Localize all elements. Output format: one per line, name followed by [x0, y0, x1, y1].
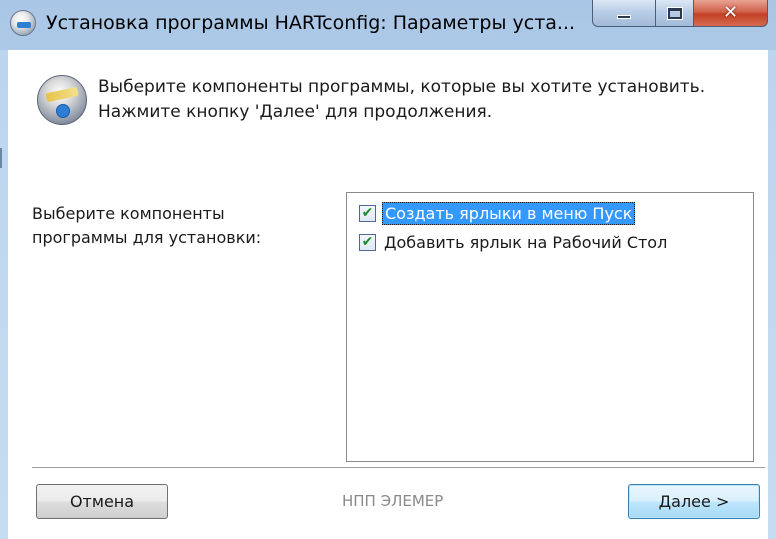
list-item-start-menu-shortcuts[interactable]: ✔ Создать ярлыки в меню Пуск	[359, 201, 636, 225]
download-arrow-icon	[56, 104, 70, 118]
minimize-icon	[617, 15, 631, 19]
header-line-2: Нажмите кнопку 'Далее' для продолжения.	[98, 102, 493, 122]
next-button[interactable]: Далее >	[628, 484, 760, 519]
installer-disc-icon	[37, 75, 87, 125]
maximize-icon	[666, 6, 683, 20]
window-title: Установка программы HARTconfig: Параметр…	[46, 12, 576, 34]
installer-disc-icon[interactable]	[10, 10, 36, 36]
maximize-button[interactable]	[656, 0, 694, 27]
close-icon: ✕	[722, 2, 739, 23]
title-bar[interactable]: Установка программы HARTconfig: Параметр…	[0, 0, 776, 50]
checkmark-icon: ✔	[361, 205, 374, 221]
footer-divider-highlight	[32, 468, 765, 469]
window-controls: ✕	[592, 0, 768, 28]
installer-window: Установка программы HARTconfig: Параметр…	[0, 0, 776, 539]
prompt-line-2: программы для установки:	[32, 228, 262, 247]
window-right-border	[768, 50, 776, 539]
start-menu-label[interactable]: Создать ярлыки в меню Пуск	[382, 201, 636, 225]
components-list[interactable]: ✔ Создать ярлыки в меню Пуск ✔ Добавить …	[346, 192, 754, 462]
minimize-button[interactable]	[592, 0, 656, 27]
desktop-shortcut-checkbox[interactable]: ✔	[359, 233, 376, 251]
header-line-1: Выберите компоненты программы, которые в…	[98, 77, 706, 97]
desktop-shortcut-label[interactable]: Добавить ярлык на Рабочий Стол	[382, 232, 669, 253]
cancel-button[interactable]: Отмена	[36, 484, 168, 519]
close-button[interactable]: ✕	[694, 0, 768, 27]
header-panel: Выберите компоненты программы, которые в…	[8, 50, 768, 162]
header-instructions: Выберите компоненты программы, которые в…	[98, 75, 705, 125]
window-left-border	[0, 50, 8, 539]
prompt-line-1: Выберите компоненты	[32, 204, 225, 223]
components-prompt: Выберите компоненты программы для устано…	[32, 202, 261, 250]
start-menu-checkbox[interactable]: ✔	[359, 204, 376, 222]
company-name: НПП ЭЛЕМЕР	[342, 492, 444, 510]
disc-label	[45, 86, 79, 103]
checkmark-icon: ✔	[361, 234, 374, 250]
list-item-desktop-shortcut[interactable]: ✔ Добавить ярлык на Рабочий Стол	[359, 230, 669, 254]
window-edge-mark	[0, 148, 2, 168]
